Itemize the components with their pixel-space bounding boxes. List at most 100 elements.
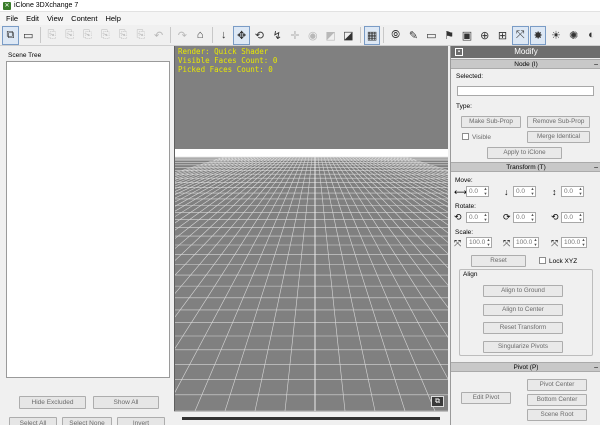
scene-tree-button[interactable]: ⧉	[2, 25, 19, 45]
transform-section-title: Transform (T)	[506, 164, 546, 171]
scale-z-input[interactable]: 100.0 ▲ ▼	[561, 237, 587, 248]
grid-line	[175, 156, 292, 294]
transform-button[interactable]: ↯	[269, 26, 286, 45]
spin-arrows-icon[interactable]: ▲ ▼	[578, 212, 583, 222]
pivot-center-button[interactable]: Pivot Center	[527, 379, 587, 391]
pen-button[interactable]: ✎	[405, 26, 422, 45]
hide-excluded-button[interactable]: Hide Excluded	[19, 396, 86, 409]
light-button[interactable]: ⚑	[441, 26, 458, 45]
menu-file[interactable]: File	[2, 12, 22, 25]
spin-arrows-icon[interactable]: ▲ ▼	[530, 186, 535, 196]
reset-transform-button[interactable]: Reset Transform	[483, 322, 563, 334]
move-x-input[interactable]: 0.0 ▲ ▼	[466, 186, 489, 197]
selected-field[interactable]	[457, 86, 594, 96]
edit-pivot-button[interactable]: Edit Pivot	[461, 392, 511, 404]
sun-light-button[interactable]: ✸	[529, 25, 547, 45]
3d-viewport[interactable]: Render: Quick Shader Visible Faces Count…	[174, 46, 448, 411]
timeline-slider[interactable]	[182, 417, 440, 420]
make-sub-prop-button[interactable]: Make Sub-Prop	[461, 116, 521, 128]
menu-edit[interactable]: Edit	[22, 12, 43, 25]
axis-button[interactable]: ⤧	[511, 25, 529, 45]
export-fbx-button[interactable]: ⎘	[132, 26, 149, 45]
camera-button[interactable]: ⊞	[494, 26, 511, 45]
rotate-button[interactable]: ⟲	[251, 26, 268, 45]
invert-button[interactable]: Invert	[117, 417, 165, 425]
rotate-z-input[interactable]: 0.0 ▲ ▼	[561, 212, 584, 223]
grid-button[interactable]: ▦	[363, 25, 381, 45]
texture-icon: ▣	[461, 29, 473, 42]
spot-light-button[interactable]: ☀	[547, 26, 564, 45]
move-z-input[interactable]: 0.0 ▲ ▼	[561, 186, 584, 197]
globe-button[interactable]: ⊕	[476, 26, 493, 45]
select-all-button[interactable]: Select All	[9, 417, 57, 425]
wireframe-button[interactable]: ◪	[340, 26, 357, 45]
scale-y-input[interactable]: 100.0 ▲ ▼	[513, 237, 539, 248]
spin-arrows-icon[interactable]: ▲ ▼	[486, 237, 491, 247]
merge-identical-button[interactable]: Merge Identical	[527, 131, 590, 143]
viewport-layout-button[interactable]: ⧉	[431, 396, 444, 407]
export-button[interactable]: ⎘	[61, 26, 78, 45]
transform-section-header[interactable]: Transform (T) –	[451, 162, 600, 172]
pivot-section-header[interactable]: Pivot (P) –	[451, 362, 600, 372]
move-label: Move:	[455, 177, 473, 184]
scene-root-button[interactable]: Scene Root	[527, 409, 587, 421]
texture-button[interactable]: ▣	[459, 26, 476, 45]
app-logo-icon: ✕	[3, 1, 11, 10]
scene-tree-icon: ⧉	[6, 28, 15, 41]
grid-icon: ▦	[366, 29, 378, 42]
singularize-pivots-button[interactable]: Singularize Pivots	[483, 341, 563, 353]
export-icon: ⎘	[65, 28, 75, 41]
menu-content[interactable]: Content	[67, 12, 101, 25]
import-button[interactable]: ⎘	[43, 26, 60, 45]
spin-arrows-icon[interactable]: ▲ ▼	[483, 186, 488, 196]
scene-tree-list[interactable]	[6, 61, 170, 378]
rotate-x-input[interactable]: 0.0 ▲ ▼	[466, 212, 489, 223]
edit-pivot-button[interactable]: ◉	[304, 26, 321, 45]
select-none-button[interactable]: Select None	[62, 417, 112, 425]
visible-checkbox[interactable]	[462, 133, 469, 140]
spin-arrows-icon[interactable]: ▲ ▼	[533, 237, 538, 247]
grid-line	[377, 156, 448, 189]
scale-x-input[interactable]: 100.0 ▲ ▼	[466, 237, 492, 248]
export-avatar-button[interactable]: ⎘	[97, 26, 114, 45]
menu-help[interactable]: Help	[101, 12, 124, 25]
edit-mesh-button[interactable]: ◩	[322, 26, 339, 45]
align-to-ground-button[interactable]: Align to Ground	[483, 285, 563, 297]
align-to-center-button[interactable]: Align to Center	[483, 304, 563, 316]
modify-panel: ▪ Modify Node (I) – Selected: Type: Make…	[450, 46, 600, 425]
shading-button[interactable]: ◐	[583, 26, 600, 45]
edit-mesh-icon: ◩	[325, 29, 336, 42]
grid-line	[344, 156, 448, 255]
node-section-header[interactable]: Node (I) –	[451, 59, 600, 69]
spin-arrows-icon[interactable]: ▲ ▼	[483, 212, 488, 222]
bottom-center-button[interactable]: Bottom Center	[527, 394, 587, 406]
reset-button[interactable]: Reset	[471, 255, 526, 267]
visibility-button[interactable]: ⦾	[387, 26, 404, 45]
lock-xyz-checkbox[interactable]	[539, 257, 546, 264]
scale-icon: ✛	[290, 29, 300, 42]
menu-view[interactable]: View	[43, 12, 67, 25]
spin-arrows-icon[interactable]: ▲ ▼	[581, 237, 586, 247]
ambient-light-button[interactable]: ✺	[565, 26, 582, 45]
home-button[interactable]: ⌂	[192, 26, 209, 45]
export-prop-button[interactable]: ⎘	[79, 26, 96, 45]
apply-to-iclone-button[interactable]: Apply to iClone	[487, 147, 562, 159]
export-motion-button[interactable]: ⎘	[115, 26, 132, 45]
rotate-y-input[interactable]: 0.0 ▲ ▼	[513, 212, 536, 223]
move-button[interactable]: ✥	[233, 25, 250, 45]
open-folder-button[interactable]: ▭	[20, 26, 37, 45]
down-arrow-button[interactable]: ↓	[215, 26, 232, 45]
redo-button[interactable]: ↷	[174, 26, 191, 45]
show-all-button[interactable]: Show All	[93, 396, 159, 409]
spin-arrows-icon[interactable]: ▲ ▼	[530, 212, 535, 222]
scale-button[interactable]: ✛	[287, 26, 304, 45]
move-y-input[interactable]: 0.0 ▲ ▼	[513, 186, 536, 197]
remove-sub-prop-button[interactable]: Remove Sub-Prop	[527, 116, 590, 128]
pin-icon[interactable]: ▪	[455, 48, 463, 56]
collapse-icon[interactable]: –	[594, 60, 598, 69]
undo-button[interactable]: ↶	[150, 26, 167, 45]
display-button[interactable]: ▭	[423, 26, 440, 45]
collapse-icon[interactable]: –	[594, 163, 598, 172]
collapse-icon[interactable]: –	[594, 363, 598, 372]
spin-arrows-icon[interactable]: ▲ ▼	[578, 186, 583, 196]
